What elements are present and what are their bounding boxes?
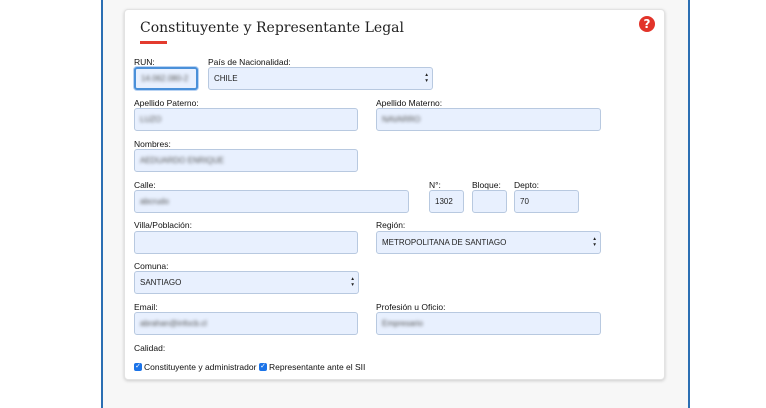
calle-value: abcrudo [140, 197, 169, 206]
profesion-label: Profesión u Oficio: [376, 302, 446, 312]
nombres-input[interactable]: AEDUARDO ENRIQUE [134, 149, 358, 172]
region-select[interactable]: METROPOLITANA DE SANTIAGO [376, 231, 601, 254]
nacionalidad-select[interactable]: CHILE [208, 67, 433, 90]
nacionalidad-value: CHILE [214, 74, 238, 83]
help-icon[interactable]: ? [639, 16, 655, 32]
comuna-select[interactable]: SANTIAGO [134, 271, 359, 294]
villa-label: Villa/Población: [134, 220, 192, 230]
bloque-input[interactable] [472, 190, 507, 213]
calidad-label: Calidad: [134, 343, 166, 353]
nombres-value: AEDUARDO ENRIQUE [140, 156, 225, 165]
profesion-input[interactable]: Empresario [376, 312, 601, 335]
depto-value: 70 [520, 197, 529, 206]
region-value: METROPOLITANA DE SANTIAGO [382, 238, 507, 247]
numero-label: N°: [429, 180, 441, 190]
apellido-paterno-label: Apellido Paterno: [134, 98, 199, 108]
run-label: RUN: [134, 57, 155, 67]
calle-label: Calle: [134, 180, 156, 190]
apellido-paterno-input[interactable]: LUZO [134, 108, 358, 131]
villa-input[interactable] [134, 231, 358, 254]
email-value: abrahan@infocb.cl [140, 319, 207, 328]
calle-input[interactable]: abcrudo [134, 190, 409, 213]
email-input[interactable]: abrahan@infocb.cl [134, 312, 358, 335]
apellido-materno-value: NAVARRO [382, 115, 421, 124]
run-value: 14.062.080-2 [141, 74, 189, 83]
nacionalidad-label: País de Nacionalidad: [208, 57, 291, 67]
title-underline [140, 41, 167, 44]
run-input[interactable]: 14.062.080-2 [134, 67, 198, 90]
bloque-label: Bloque: [472, 180, 501, 190]
apellido-paterno-value: LUZO [140, 115, 162, 124]
comuna-label: Comuna: [134, 261, 169, 271]
representante-checkbox[interactable]: ✓ [259, 363, 267, 371]
apellido-materno-label: Apellido Materno: [376, 98, 443, 108]
depto-input[interactable]: 70 [514, 190, 579, 213]
numero-input[interactable]: 1302 [429, 190, 464, 213]
constituyente-checkbox[interactable]: ✓ [134, 363, 142, 371]
depto-label: Depto: [514, 180, 540, 190]
region-label: Región: [376, 220, 406, 230]
apellido-materno-input[interactable]: NAVARRO [376, 108, 601, 131]
numero-value: 1302 [435, 197, 453, 206]
nombres-label: Nombres: [134, 139, 171, 149]
section-title: Constituyente y Representante Legal [140, 20, 404, 36]
constituyente-option-label[interactable]: Constituyente y administrador [144, 362, 256, 372]
email-label: Email: [134, 302, 158, 312]
representante-option-label[interactable]: Representante ante el SII [269, 362, 365, 372]
comuna-value: SANTIAGO [140, 278, 182, 287]
profesion-value: Empresario [382, 319, 423, 328]
